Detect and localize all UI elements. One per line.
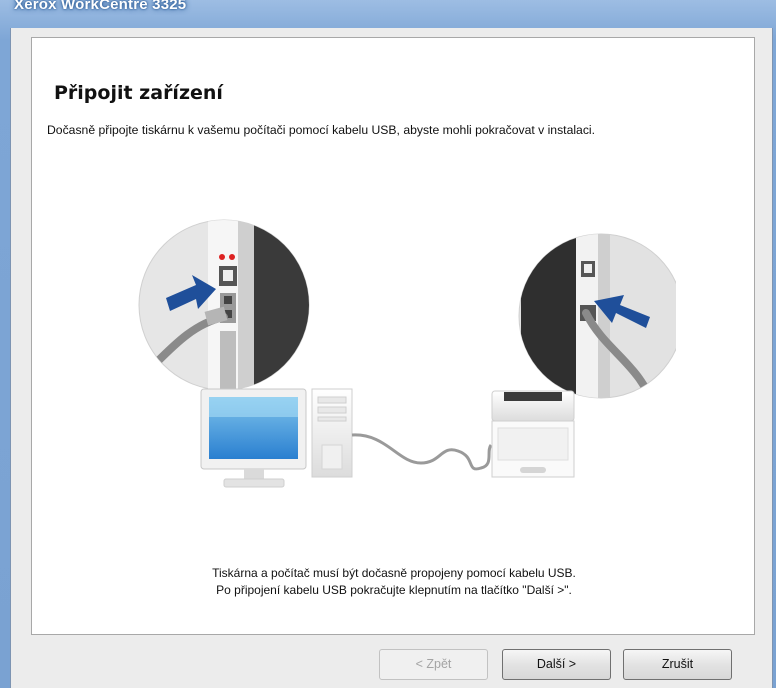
monitor-icon [200,388,307,488]
computer-tower-icon [311,388,353,478]
window-title: Xerox WorkCentre 3325 [14,0,187,13]
instruction-text: Dočasně připojte tiskárnu k vašemu počít… [47,123,596,137]
content-panel: Připojit zařízení Dočasně připojte tiská… [31,37,755,635]
page-title: Připojit zařízení [54,82,223,104]
usb-cable [351,433,493,471]
title-bar[interactable]: Xerox WorkCentre 3325 [0,0,776,28]
back-button[interactable]: < Zpět [379,649,488,680]
installer-window: Xerox WorkCentre 3325 Připojit zařízení … [0,0,776,688]
computer-port-zoom [138,219,310,391]
dialog-frame: Připojit zařízení Dočasně připojte tiská… [10,28,773,688]
instruction-caption: Tiskárna a počítač musí být dočasně prop… [32,565,756,599]
usb-connection-illustration [138,219,676,488]
next-button[interactable]: Další > [502,649,611,680]
caption-line-2: Po připojení kabelu USB pokračujte klepn… [216,583,572,597]
caption-line-1: Tiskárna a počítač musí být dočasně prop… [212,566,576,580]
printer-icon [491,390,575,478]
cancel-button[interactable]: Zrušit [623,649,732,680]
